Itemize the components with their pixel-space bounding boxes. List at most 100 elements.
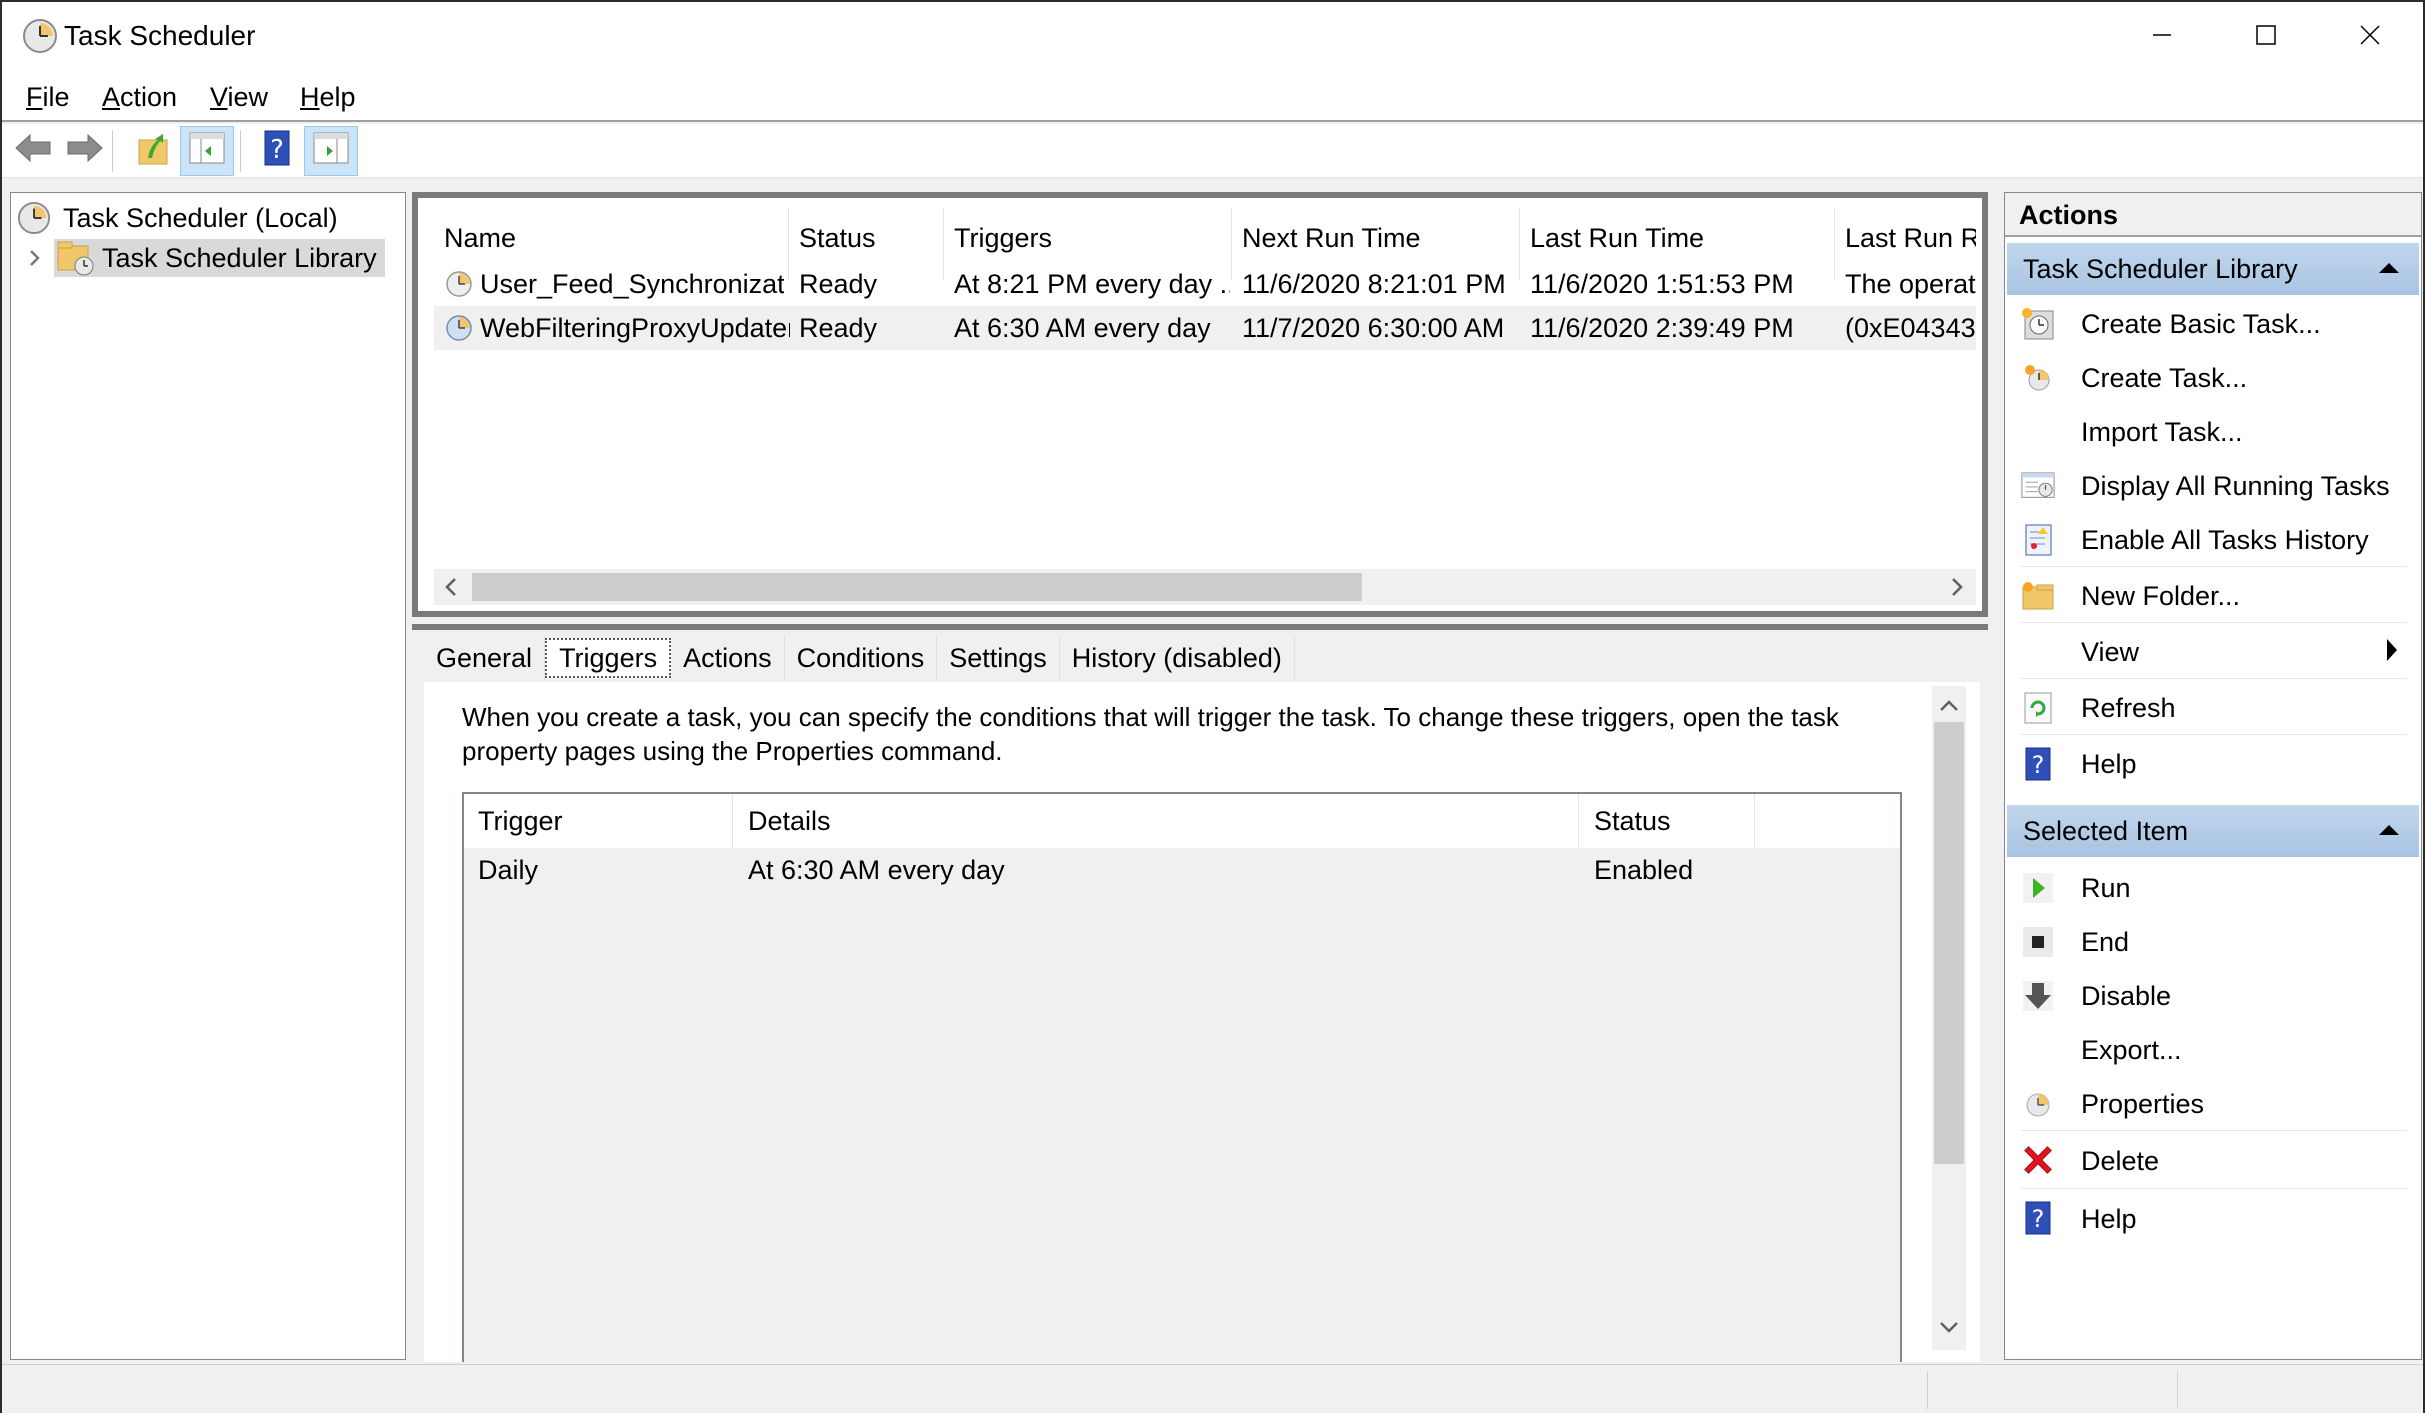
up-folder-icon [136, 130, 170, 173]
action-help[interactable]: ? Help [2007, 735, 2419, 791]
action-create-basic-task[interactable]: Create Basic Task... [2007, 297, 2419, 351]
submenu-arrow-icon [2387, 639, 2397, 661]
scroll-right-icon[interactable] [1948, 575, 1966, 606]
action-delete[interactable]: Delete [2007, 1131, 2419, 1189]
tab-history[interactable]: History (disabled) [1059, 636, 1295, 680]
task-row[interactable]: User_Feed_Synchronizati... Ready At 8:21… [434, 262, 1976, 306]
section-header-selected-item[interactable]: Selected Item [2007, 805, 2419, 857]
action-new-folder[interactable]: New Folder... [2007, 567, 2419, 623]
action-export[interactable]: Export... [2007, 1023, 2419, 1077]
menu-file[interactable]: File [26, 82, 70, 113]
action-refresh[interactable]: Refresh [2007, 679, 2419, 735]
column-header-trigger[interactable]: Trigger [478, 799, 728, 843]
action-help-selected[interactable]: ? Help [2007, 1189, 2419, 1247]
trigger-details: At 6:30 AM every day [748, 855, 1005, 885]
task-last-run-result: (0xE043435 [1845, 313, 1976, 343]
action-label: Display All Running Tasks [2081, 471, 2390, 501]
back-arrow-icon [14, 131, 52, 172]
tab-general[interactable]: General [424, 636, 546, 680]
show-hide-console-tree-icon [189, 132, 225, 171]
collapse-caret-icon[interactable] [2379, 263, 2399, 273]
section-header-label: Selected Item [2023, 816, 2189, 846]
close-icon [2360, 21, 2380, 52]
scrollbar-thumb[interactable] [1934, 722, 1964, 1164]
close-button[interactable] [2318, 2, 2422, 70]
minimize-button[interactable] [2110, 2, 2214, 70]
help-icon: ? [2021, 1201, 2055, 1235]
action-create-task[interactable]: Create Task... [2007, 351, 2419, 405]
column-header-next-run-time[interactable]: Next Run Time [1242, 216, 1522, 260]
tab-conditions[interactable]: Conditions [784, 636, 938, 680]
column-header-name[interactable]: Name [444, 216, 784, 260]
menu-view[interactable]: View [210, 82, 268, 113]
svg-text:?: ? [2032, 1205, 2045, 1233]
forward-button[interactable] [58, 126, 112, 176]
show-hide-console-tree-button[interactable] [180, 126, 234, 176]
action-label: Create Task... [2081, 363, 2248, 393]
up-level-button[interactable] [126, 126, 180, 176]
create-task-icon [2021, 361, 2055, 395]
tab-triggers[interactable]: Triggers [545, 638, 672, 678]
collapse-caret-icon[interactable] [2379, 825, 2399, 835]
column-header-status[interactable]: Status [1594, 799, 1744, 843]
delete-icon [2021, 1143, 2055, 1177]
column-header-triggers[interactable]: Triggers [954, 216, 1224, 260]
window-title: Task Scheduler [64, 20, 256, 51]
scroll-left-icon[interactable] [442, 575, 460, 606]
task-list-header: Name Status Triggers Next Run Time Last … [434, 216, 1976, 260]
show-hide-action-pane-button[interactable] [304, 126, 358, 176]
task-row-selected[interactable]: WebFilteringProxyUpdater Ready At 6:30 A… [434, 306, 1976, 350]
help-toolbar-button[interactable]: ? [250, 126, 304, 176]
action-label: Help [2081, 1204, 2137, 1234]
action-label: Run [2081, 873, 2131, 903]
back-button[interactable] [6, 126, 60, 176]
scrollbar-thumb[interactable] [472, 573, 1362, 601]
tree-root-task-scheduler-local[interactable]: Task Scheduler (Local) [15, 199, 338, 237]
horizontal-scrollbar[interactable] [434, 569, 1976, 605]
column-header-status[interactable]: Status [799, 216, 939, 260]
action-end[interactable]: End [2007, 915, 2419, 969]
action-import-task[interactable]: Import Task... [2007, 405, 2419, 459]
run-icon [2021, 871, 2055, 905]
right-splitter[interactable] [1988, 188, 2004, 1364]
clock-icon [22, 18, 58, 54]
column-header-last-run-result[interactable]: Last Run Re [1845, 216, 1976, 260]
column-header-details[interactable]: Details [748, 799, 1548, 843]
triggers-table-header: Trigger Details Status [464, 794, 1900, 848]
action-properties[interactable]: Properties [2007, 1077, 2419, 1131]
action-disable[interactable]: Disable [2007, 969, 2419, 1023]
expand-chevron-icon[interactable] [25, 243, 45, 273]
tab-settings[interactable]: Settings [937, 636, 1060, 680]
task-details-pane: General Triggers Actions Conditions Sett… [412, 624, 1988, 1362]
action-label: Help [2081, 749, 2137, 779]
actions-pane: Actions Task Scheduler Library Create Ba… [2004, 192, 2422, 1360]
action-display-all-running-tasks[interactable]: Display All Running Tasks [2007, 459, 2419, 513]
action-view[interactable]: View [2007, 623, 2419, 679]
scroll-down-icon[interactable] [1938, 1313, 1960, 1344]
vertical-scrollbar[interactable] [1932, 686, 1966, 1350]
task-last-run-time: 11/6/2020 2:39:49 PM [1530, 313, 1794, 343]
action-enable-all-tasks-history[interactable]: Enable All Tasks History [2007, 513, 2419, 567]
menu-action[interactable]: Action [102, 82, 177, 113]
section-header-task-scheduler-library[interactable]: Task Scheduler Library [2007, 243, 2419, 295]
column-divider [732, 794, 733, 848]
action-label: Delete [2081, 1146, 2160, 1176]
action-label: Import Task... [2081, 417, 2243, 447]
column-header-last-run-time[interactable]: Last Run Time [1530, 216, 1830, 260]
folder-clock-icon [54, 239, 98, 277]
tree-root-label: Task Scheduler (Local) [63, 202, 338, 233]
scroll-up-icon[interactable] [1938, 692, 1960, 723]
details-tabs: General Triggers Actions Conditions Sett… [424, 636, 1295, 684]
tree-item-task-scheduler-library[interactable]: Task Scheduler Library [54, 239, 385, 277]
show-hide-action-pane-icon [313, 132, 349, 171]
task-last-run-time: 11/6/2020 1:51:53 PM [1530, 269, 1794, 299]
trigger-row[interactable]: Daily At 6:30 AM every day Enabled [464, 848, 1900, 892]
help-icon: ? [2021, 747, 2055, 781]
tab-actions[interactable]: Actions [671, 636, 785, 680]
action-run[interactable]: Run [2007, 861, 2419, 915]
menu-help[interactable]: Help [300, 82, 356, 113]
maximize-button[interactable] [2214, 2, 2318, 70]
action-label: Properties [2081, 1089, 2205, 1119]
task-name: WebFilteringProxyUpdater [480, 313, 790, 343]
clock-icon [15, 199, 53, 237]
